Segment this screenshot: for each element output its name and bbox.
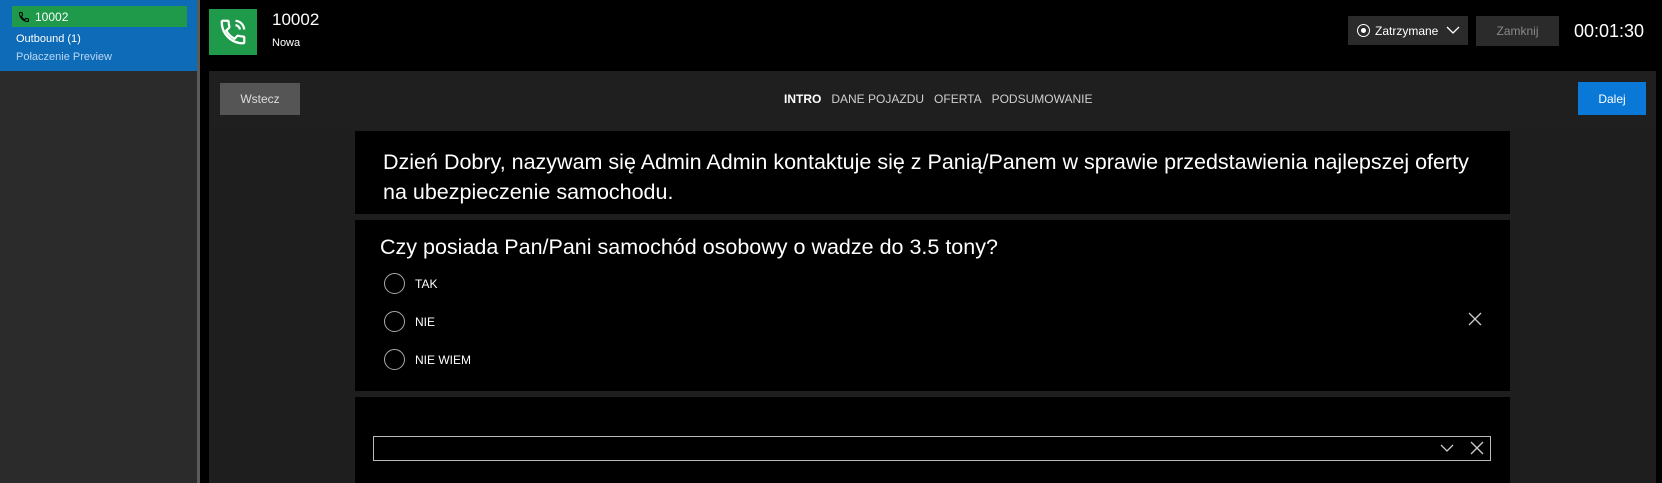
call-state-label: Zatrzymane <box>1375 23 1439 38</box>
step-vehicle-data[interactable]: DANE POJAZDU <box>831 92 924 106</box>
step-offer[interactable]: OFERTA <box>934 92 982 106</box>
call-number-badge[interactable]: 10002 <box>12 6 187 27</box>
call-status-tile <box>209 9 257 55</box>
answer-combobox[interactable] <box>373 436 1491 461</box>
radio-button[interactable] <box>384 349 405 370</box>
call-state-dropdown[interactable]: Zatrzymane <box>1348 16 1468 45</box>
option-nie[interactable]: NIE <box>384 311 435 332</box>
call-number: 10002 <box>35 9 69 24</box>
close-icon[interactable] <box>1470 441 1484 455</box>
close-call-button[interactable]: Zamknij <box>1476 16 1559 46</box>
question-panel: Czy posiada Pan/Pani samochód osobowy o … <box>355 220 1510 391</box>
call-status-text: Nowa <box>272 37 301 49</box>
step-summary[interactable]: PODSUMOWANIE <box>992 92 1093 106</box>
phone-icon <box>220 19 246 45</box>
active-call-card[interactable]: 10002 Outbound (1) Połaczenie Preview <box>0 0 197 71</box>
step-intro[interactable]: INTRO <box>784 92 821 106</box>
script-content: Dzień Dobry, nazywam się Admin Admin kon… <box>209 129 1656 483</box>
option-nie-wiem[interactable]: NIE WIEM <box>384 349 471 370</box>
option-label: NIE WIEM <box>415 352 471 367</box>
chevron-down-icon[interactable] <box>1440 442 1454 454</box>
option-tak[interactable]: TAK <box>384 273 437 294</box>
phone-icon <box>18 11 29 22</box>
wizard-steps: INTRO DANE POJAZDU OFERTA PODSUMOWANIE <box>784 92 1093 106</box>
option-label: TAK <box>415 276 438 291</box>
sidebar: 10002 Outbound (1) Połaczenie Preview <box>0 0 197 483</box>
chevron-down-icon <box>1446 26 1460 34</box>
call-type: Połaczenie Preview <box>16 51 112 63</box>
radio-button[interactable] <box>384 311 405 332</box>
close-icon[interactable] <box>1468 312 1482 326</box>
call-direction: Outbound (1) <box>16 33 81 45</box>
intro-panel: Dzień Dobry, nazywam się Admin Admin kon… <box>355 131 1510 214</box>
question-text: Czy posiada Pan/Pani samochód osobowy o … <box>380 235 998 259</box>
next-button[interactable]: Dalej <box>1578 82 1646 115</box>
option-label: NIE <box>415 314 436 329</box>
back-button[interactable]: Wstecz <box>220 83 300 115</box>
answer-panel <box>355 397 1510 483</box>
call-timer: 00:01:30 <box>1574 21 1645 41</box>
record-icon <box>1357 24 1370 37</box>
intro-text: Dzień Dobry, nazywam się Admin Admin kon… <box>383 150 1469 204</box>
call-number-title: 10002 <box>272 10 320 29</box>
radio-button[interactable] <box>384 273 405 294</box>
wizard-navbar: Wstecz INTRO DANE POJAZDU OFERTA PODSUMO… <box>209 71 1656 129</box>
sidebar-divider <box>197 0 200 483</box>
